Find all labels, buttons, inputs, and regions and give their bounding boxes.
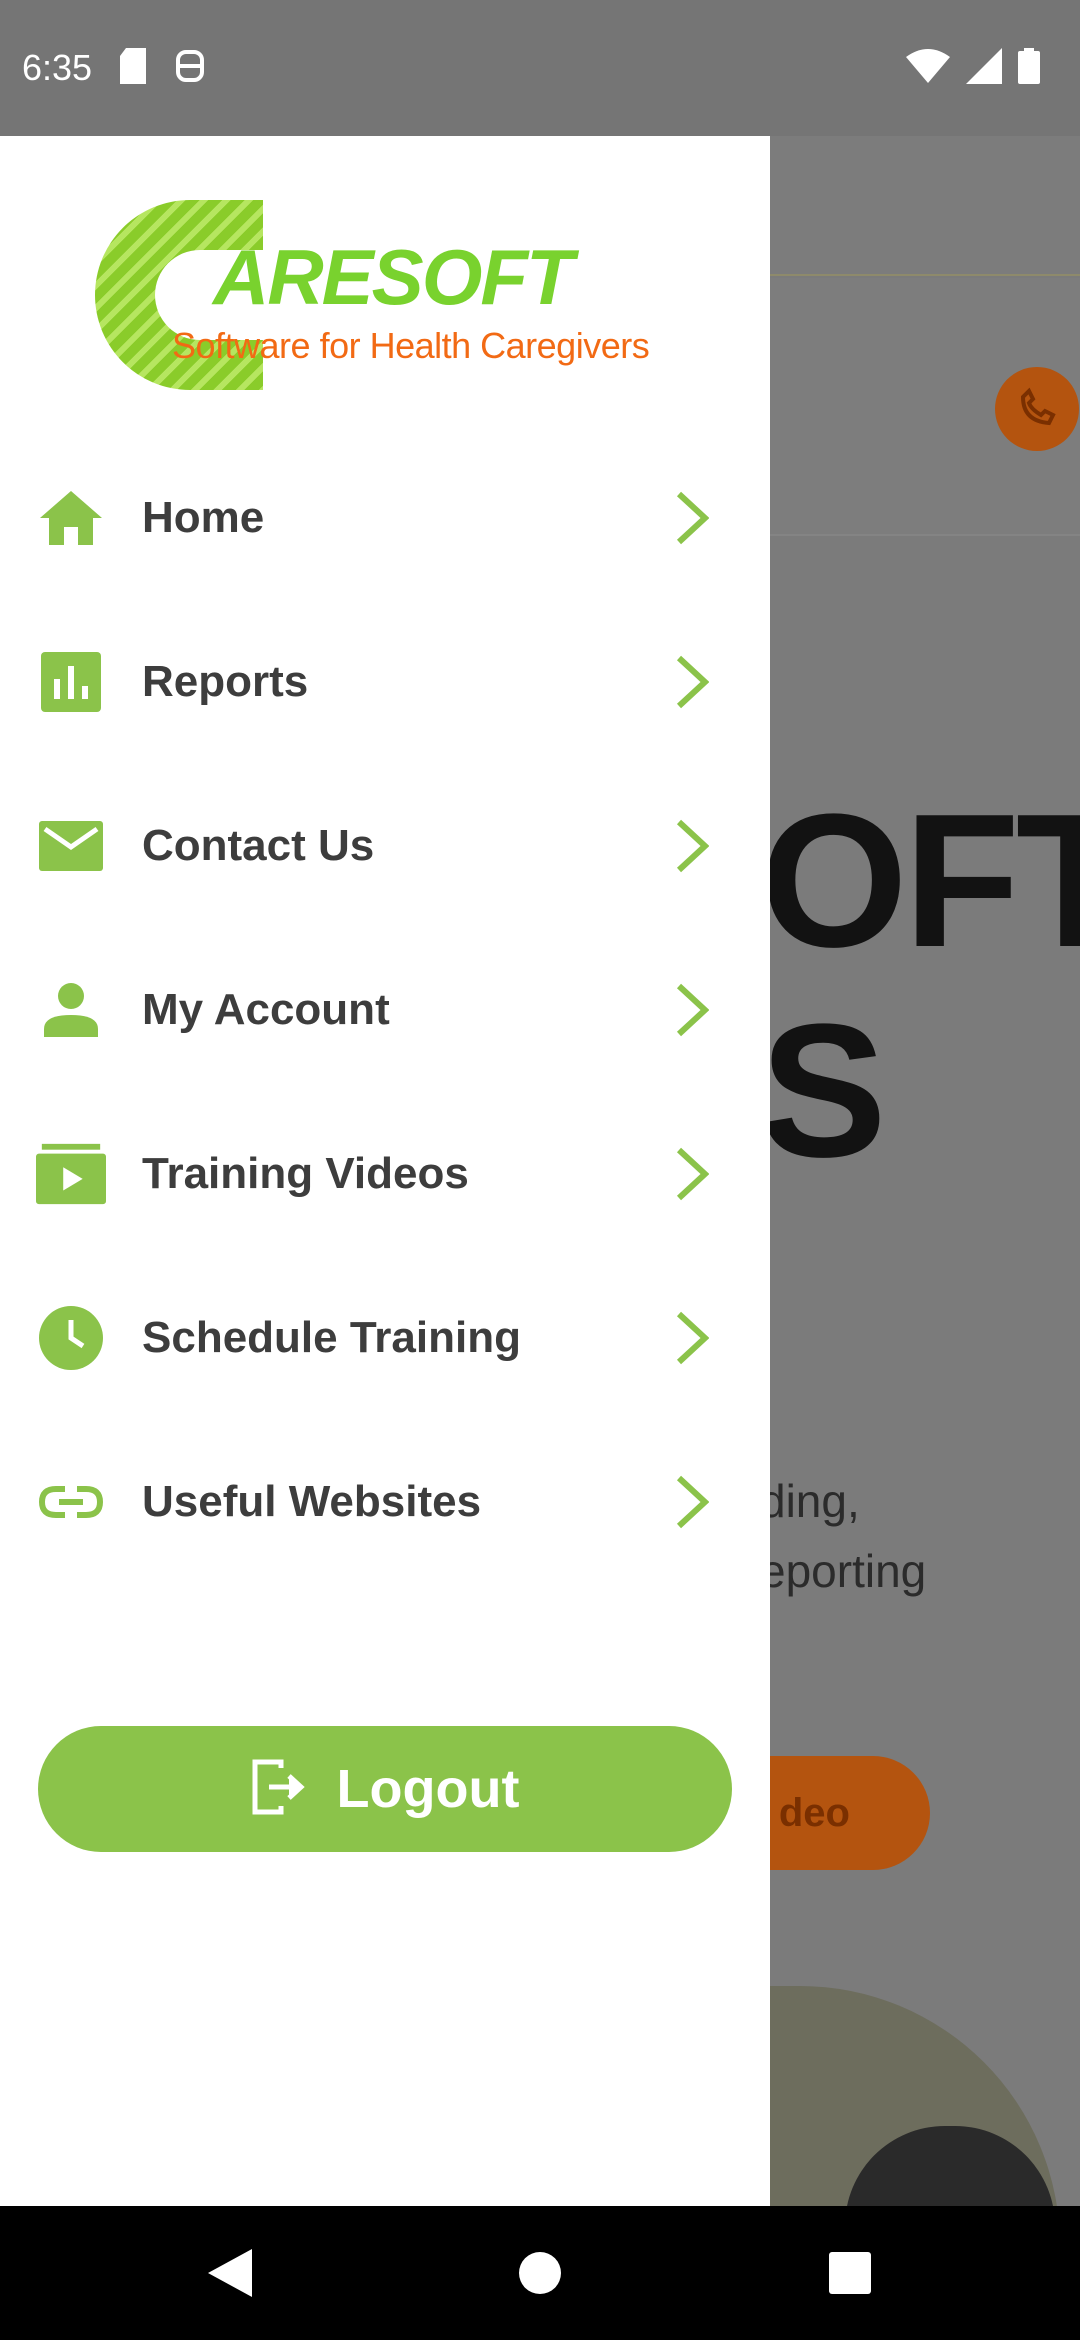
back-icon[interactable] — [200, 2243, 260, 2303]
caresoft-logo: ARESOFT Software for Health Caregivers — [95, 180, 695, 400]
menu-item-schedule-training[interactable]: Schedule Training — [0, 1256, 770, 1420]
menu-item-label: Home — [142, 493, 265, 542]
status-left: 6:35 — [22, 47, 206, 89]
menu-item-label: Training Videos — [142, 1149, 469, 1198]
status-time: 6:35 — [22, 47, 93, 88]
chevron-right-icon — [672, 652, 712, 712]
menu-item-label: Schedule Training — [142, 1313, 521, 1362]
watch-video-label: deo — [778, 1790, 850, 1835]
home-icon — [36, 483, 106, 553]
menu-item-label: Useful Websites — [142, 1477, 482, 1526]
chevron-right-icon — [672, 1472, 712, 1532]
logout-label: Logout — [336, 1759, 520, 1819]
navigation-drawer: ARESOFT Software for Health Caregivers H… — [0, 136, 770, 2206]
hero-sub-line2: eporting — [760, 1545, 927, 1597]
person-icon — [36, 975, 106, 1045]
chevron-right-icon — [672, 816, 712, 876]
chevron-right-icon — [672, 488, 712, 548]
signal-icon — [966, 47, 1002, 89]
sd-card-icon — [118, 47, 148, 89]
menu-item-reports[interactable]: Reports — [0, 600, 770, 764]
battery-icon — [1018, 47, 1040, 89]
chevron-right-icon — [672, 1308, 712, 1368]
logout-icon — [251, 1758, 307, 1821]
menu-item-label: My Account — [142, 985, 390, 1034]
logout-button[interactable]: Logout — [38, 1726, 732, 1852]
clock-icon — [36, 1303, 106, 1373]
wifi-icon — [906, 48, 950, 88]
menu-item-contact-us[interactable]: Contact Us — [0, 764, 770, 928]
menu-item-label: Reports — [142, 657, 309, 706]
recents-icon[interactable] — [820, 2243, 880, 2303]
menu-item-label: Contact Us — [142, 821, 375, 870]
menu-item-home[interactable]: Home — [0, 436, 770, 600]
menu-item-training-videos[interactable]: Training Videos — [0, 1092, 770, 1256]
link-icon — [36, 1467, 106, 1537]
hero-sub-line1: ding, — [760, 1475, 860, 1527]
mail-icon — [36, 811, 106, 881]
phone-icon[interactable] — [995, 367, 1079, 451]
hero-title-line2: S — [760, 985, 887, 1197]
chevron-right-icon — [672, 980, 712, 1040]
status-right — [906, 47, 1040, 89]
home-nav-icon[interactable] — [510, 2243, 570, 2303]
drawer-menu: Home Reports Contact Us My Account Train… — [0, 436, 770, 1584]
background-hero-title: OFT S — [760, 776, 1080, 1196]
logo-tagline: Software for Health Caregivers — [172, 325, 650, 366]
system-nav-bar — [0, 2206, 1080, 2340]
video-folder-icon — [36, 1139, 106, 1209]
status-bar: 6:35 — [0, 0, 1080, 136]
background-hero-subtitle: ding, eporting — [760, 1466, 926, 1606]
menu-item-my-account[interactable]: My Account — [0, 928, 770, 1092]
bar-chart-icon — [36, 647, 106, 717]
chevron-right-icon — [672, 1144, 712, 1204]
app-screen: 6:35 OFT S ding, eporting deo ARESOFT So… — [0, 0, 1080, 2340]
hero-title-line1: OFT — [760, 775, 1080, 987]
logo-name: ARESOFT — [213, 233, 574, 321]
assistant-icon — [174, 48, 206, 89]
menu-item-useful-websites[interactable]: Useful Websites — [0, 1420, 770, 1584]
